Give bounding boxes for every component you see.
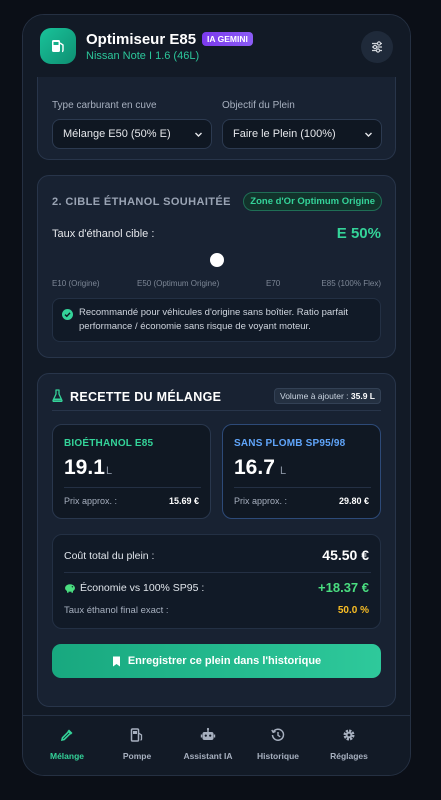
sliders-icon bbox=[372, 41, 382, 53]
save-to-history-button[interactable]: Enregistrer ce plein dans l'historique bbox=[52, 644, 381, 678]
ethanol-slider-thumb[interactable] bbox=[209, 253, 224, 267]
e85-price: 15.69 € bbox=[168, 496, 199, 506]
ai-badge: IA GEMINI bbox=[202, 32, 253, 46]
flask-icon bbox=[52, 389, 63, 402]
final-ethanol-value: 50.0 % bbox=[337, 605, 369, 616]
app-header: Optimiseur E85 IA GEMINI Nissan Note I 1… bbox=[23, 15, 410, 77]
tick-label: E70 bbox=[266, 279, 281, 288]
nav-label: Assistant IA bbox=[183, 751, 233, 761]
target-section-title: 2. CIBLE ÉTHANOL SOUHAITÉE bbox=[52, 196, 231, 208]
gear-icon bbox=[343, 729, 355, 741]
nav-pompe[interactable]: Pompe bbox=[102, 726, 172, 761]
bottom-nav: Mélange Pompe Assistant IA Historique Ré… bbox=[23, 715, 410, 775]
nav-melange[interactable]: Mélange bbox=[32, 726, 102, 761]
ethanol-target-card: 2. CIBLE ÉTHANOL SOUHAITÉE Zone d'Or Opt… bbox=[37, 175, 396, 358]
check-circle-icon bbox=[62, 309, 73, 320]
e85-quantity: 19.1 bbox=[64, 456, 105, 479]
divider bbox=[64, 487, 201, 488]
volume-label: Volume à ajouter : bbox=[280, 391, 349, 401]
savings-label: Économie vs 100% SP95 : bbox=[80, 582, 205, 594]
pipette-icon bbox=[60, 729, 73, 742]
fuel-in-tank-label: Type carburant en cuve bbox=[52, 100, 157, 111]
gas-pump-icon bbox=[130, 728, 143, 742]
savings-value: +18.37 € bbox=[318, 580, 369, 595]
tick-label: E85 (100% Flex) bbox=[321, 279, 381, 288]
recipe-title: RECETTE DU MÉLANGE bbox=[70, 390, 222, 404]
sp-card: SANS PLOMB SP95/98 16.7 L Prix approx. :… bbox=[222, 424, 381, 519]
vehicle-subtitle: Nissan Note I 1.6 (46L) bbox=[86, 49, 200, 62]
piggy-bank-icon bbox=[65, 584, 75, 593]
nav-label: Réglages bbox=[330, 751, 368, 761]
robot-icon bbox=[200, 727, 216, 740]
sp-price: 29.80 € bbox=[338, 496, 369, 506]
volume-badge: Volume à ajouter : 35.9 L bbox=[274, 388, 381, 404]
nav-label: Historique bbox=[256, 751, 300, 761]
total-cost-value: 45.50 € bbox=[322, 547, 369, 563]
app-frame: Optimiseur E85 IA GEMINI Nissan Note I 1… bbox=[22, 14, 411, 776]
main-scroll[interactable]: Type carburant en cuve Mélange E50 (50% … bbox=[23, 77, 410, 717]
divider bbox=[64, 572, 371, 573]
app-title: Optimiseur E85 bbox=[86, 30, 197, 48]
chevron-down-icon bbox=[365, 132, 372, 137]
config-card: Type carburant en cuve Mélange E50 (50% … bbox=[37, 77, 396, 160]
sp-price-label: Prix approx. : bbox=[234, 496, 288, 506]
tick-label: E50 (Optimum Origine) bbox=[137, 279, 220, 288]
chevron-down-icon bbox=[195, 132, 202, 137]
totals-box: Coût total du plein : 45.50 € Économie v… bbox=[52, 534, 381, 629]
nav-label: Pompe bbox=[122, 751, 152, 761]
history-icon bbox=[271, 728, 285, 741]
recommendation-text: Recommandé pour véhicules d'origine sans… bbox=[79, 307, 349, 332]
zone-badge: Zone d'Or Optimum Origine bbox=[243, 192, 382, 211]
divider bbox=[52, 410, 381, 411]
nav-assistant[interactable]: Assistant IA bbox=[173, 726, 243, 761]
total-cost-label: Coût total du plein : bbox=[64, 550, 155, 562]
sp-quantity: 16.7 bbox=[234, 456, 275, 479]
recipe-card: RECETTE DU MÉLANGE Volume à ajouter : 35… bbox=[37, 373, 396, 707]
e85-unit: L bbox=[106, 465, 113, 477]
goal-label: Objectif du Plein bbox=[222, 100, 295, 111]
target-label: Taux d'éthanol cible : bbox=[52, 228, 155, 240]
filter-settings-button[interactable] bbox=[361, 31, 393, 63]
fuel-pump-icon bbox=[40, 28, 76, 64]
e85-card: BIOÉTHANOL E85 19.1 L Prix approx. : 15.… bbox=[52, 424, 211, 519]
fuel-in-tank-select[interactable]: Mélange E50 (50% E) bbox=[52, 119, 212, 149]
tick-label: E10 (Origine) bbox=[52, 279, 100, 288]
divider bbox=[234, 487, 371, 488]
save-button-label: Enregistrer ce plein dans l'historique bbox=[127, 655, 322, 667]
sp-unit: L bbox=[280, 465, 287, 477]
sp-name: SANS PLOMB SP95/98 bbox=[234, 438, 346, 449]
bookmark-icon bbox=[112, 656, 120, 666]
goal-select[interactable]: Faire le Plein (100%) bbox=[222, 119, 382, 149]
fuel-in-tank-value: Mélange E50 (50% E) bbox=[63, 128, 171, 140]
goal-value: Faire le Plein (100%) bbox=[233, 128, 336, 140]
nav-label: Mélange bbox=[49, 751, 84, 761]
e85-price-label: Prix approx. : bbox=[64, 496, 118, 506]
target-value: E 50% bbox=[336, 225, 381, 242]
final-ethanol-label: Taux éthanol final exact : bbox=[64, 605, 169, 616]
nav-reglages[interactable]: Réglages bbox=[314, 726, 384, 761]
nav-historique[interactable]: Historique bbox=[243, 726, 313, 761]
recommendation-box: Recommandé pour véhicules d'origine sans… bbox=[52, 298, 381, 342]
volume-value: 35.9 L bbox=[350, 391, 375, 401]
e85-name: BIOÉTHANOL E85 bbox=[64, 438, 154, 449]
